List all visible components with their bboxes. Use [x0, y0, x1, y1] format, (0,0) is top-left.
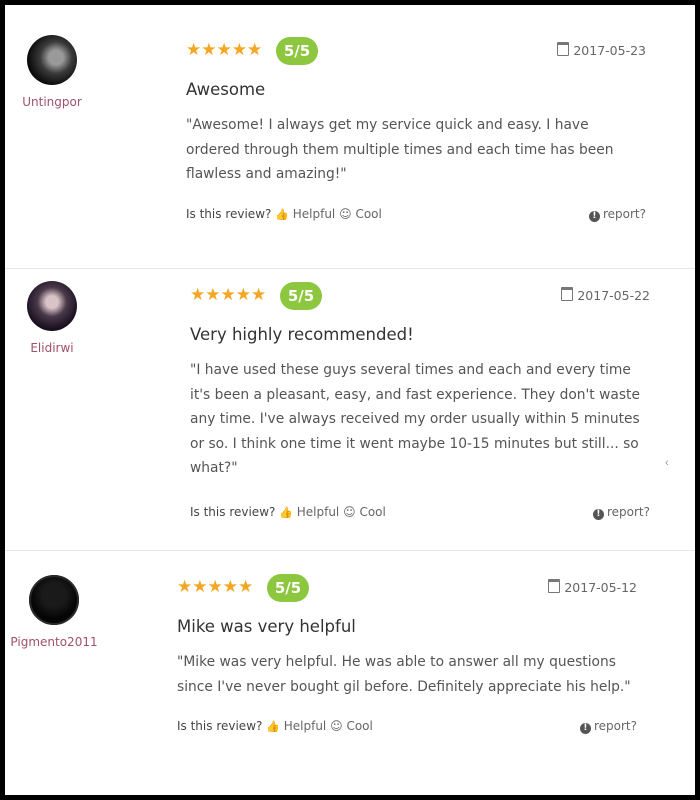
review-text: "I have used these guys several times an… — [190, 362, 640, 476]
review-footer: Is this review? 👍 Helpful ☺ Cool ! report… — [186, 207, 646, 227]
username[interactable]: Elidirwi — [5, 341, 107, 355]
review-title: Very highly recommended! — [190, 325, 414, 344]
smiley-icon: ☺ — [330, 719, 343, 733]
avatar[interactable] — [27, 281, 77, 331]
edge-mark: ‹ — [665, 457, 669, 469]
reviewer: Untingpor — [5, 35, 107, 109]
avatar[interactable] — [29, 575, 79, 625]
smiley-icon: ☺ — [343, 504, 356, 519]
calendar-icon — [557, 42, 570, 56]
score-badge: 5/5 — [267, 574, 309, 602]
divider — [5, 268, 695, 269]
avatar[interactable] — [27, 35, 77, 85]
report-link[interactable]: ! report? — [579, 719, 637, 734]
cool-button[interactable]: ☺ Cool — [330, 719, 373, 733]
review-text: "Mike was very helpful. He was able to a… — [177, 654, 631, 695]
review-text: "Awesome! I always get my service quick … — [186, 117, 614, 182]
review-footer: Is this review? 👍 Helpful ☺ Cool ! report… — [190, 505, 650, 525]
review-question: Is this review? — [190, 504, 276, 519]
rating-stars: ★★★★★ — [190, 285, 267, 304]
exclamation-icon: ! — [579, 723, 591, 734]
exclamation-icon: ! — [588, 210, 600, 222]
score-badge: 5/5 — [280, 282, 322, 310]
calendar-icon — [561, 287, 574, 301]
review-date: 2017-05-23 — [557, 42, 646, 58]
rating-stars: ★★★★★ — [186, 40, 263, 59]
review-body: ★★★★★ 5/5 2017-05-23 Awesome "Awesome! I… — [186, 37, 646, 227]
thumbs-up-icon: 👍 — [279, 505, 293, 519]
score-badge: 5/5 — [276, 37, 318, 65]
rating-stars: ★★★★★ — [177, 577, 254, 596]
helpful-button[interactable]: 👍 Helpful — [266, 719, 326, 733]
helpful-button[interactable]: 👍 Helpful — [275, 207, 335, 221]
thumbs-up-icon: 👍 — [275, 207, 289, 221]
review-question: Is this review? — [177, 719, 263, 733]
username[interactable]: Untingpor — [5, 95, 107, 109]
exclamation-icon: ! — [592, 508, 604, 520]
reviews-panel: Untingpor ★★★★★ 5/5 2017-05-23 Awesome "… — [5, 5, 695, 795]
review-title: Mike was very helpful — [177, 617, 356, 636]
reviewer: Elidirwi — [5, 281, 107, 355]
calendar-icon — [548, 579, 561, 593]
review-body: ★★★★★ 5/5 2017-05-22 Very highly recomme… — [190, 282, 650, 525]
review-date: 2017-05-12 — [548, 579, 637, 595]
cool-button[interactable]: ☺ Cool — [343, 505, 386, 519]
report-link[interactable]: ! report? — [588, 207, 646, 222]
thumbs-up-icon: 👍 — [266, 720, 280, 733]
helpful-button[interactable]: 👍 Helpful — [279, 505, 339, 519]
report-link[interactable]: ! report? — [592, 505, 650, 520]
review-footer: Is this review? 👍 Helpful ☺ Cool ! report… — [177, 719, 637, 739]
username[interactable]: Pigmento2011 — [5, 635, 109, 649]
review-title: Awesome — [186, 80, 266, 99]
review-date: 2017-05-22 — [561, 287, 650, 303]
review-question: Is this review? — [186, 206, 272, 221]
divider — [5, 550, 695, 551]
review-body: ★★★★★ 5/5 2017-05-12 Mike was very helpf… — [177, 574, 637, 739]
smiley-icon: ☺ — [339, 206, 352, 221]
reviewer: Pigmento2011 — [5, 575, 109, 649]
cool-button[interactable]: ☺ Cool — [339, 207, 382, 221]
